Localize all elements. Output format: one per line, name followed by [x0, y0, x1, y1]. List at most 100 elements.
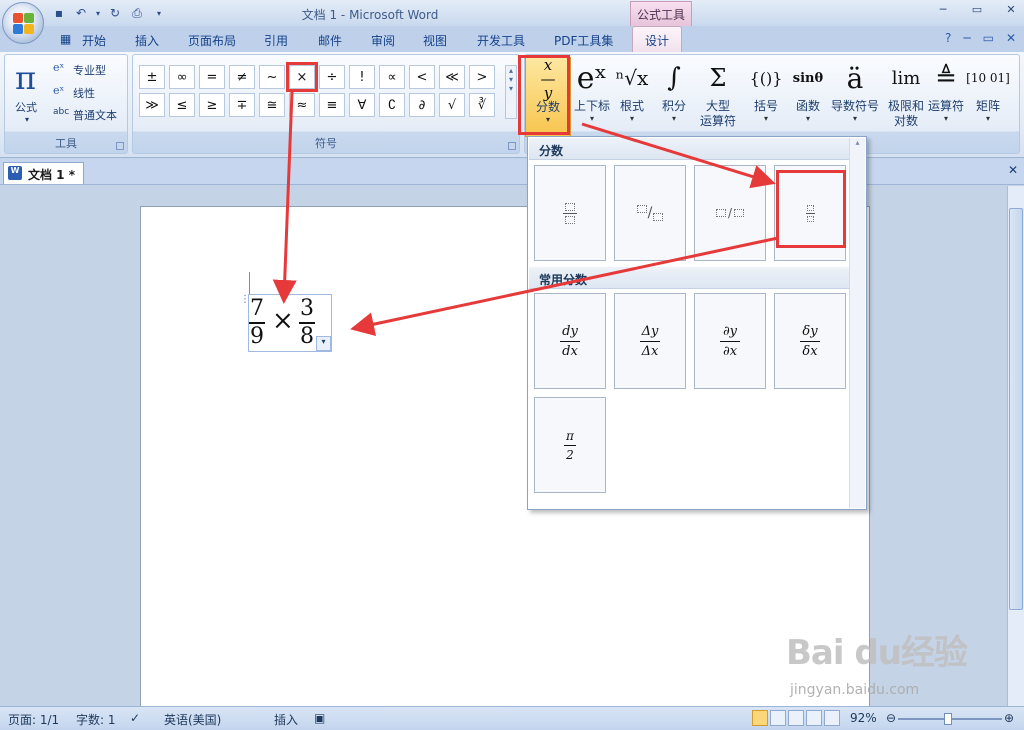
zoom-thumb[interactable]: [944, 713, 952, 725]
formula-button[interactable]: 公式: [15, 99, 37, 115]
symbol-approx[interactable]: ≈: [289, 93, 315, 117]
scroll-thumb[interactable]: [1009, 208, 1023, 610]
equation-dropdown-icon[interactable]: ▾: [316, 336, 331, 351]
zoom-level[interactable]: 92%: [850, 711, 877, 725]
ribbon-close-icon[interactable]: ✕: [1006, 31, 1016, 45]
minimize-icon[interactable]: ─: [936, 3, 950, 17]
pi-denominator: 2: [566, 447, 574, 462]
insert-mode[interactable]: 插入: [274, 711, 298, 728]
outline-icon[interactable]: [806, 710, 822, 726]
gallery-small-delta-y-x[interactable]: δy δx: [774, 293, 846, 389]
symbol-divide[interactable]: ÷: [319, 65, 345, 89]
help-icon[interactable]: ?: [945, 31, 951, 45]
matrix-button[interactable]: [10 01] 矩阵 ▾: [965, 57, 1011, 137]
pi-icon[interactable]: π: [15, 59, 36, 97]
professional-button[interactable]: 专业型: [73, 62, 106, 78]
equation-handle-icon[interactable]: ⋮: [240, 294, 250, 306]
office-button[interactable]: [2, 2, 44, 44]
gallery-pi-over-2[interactable]: π2: [534, 397, 606, 493]
symbols-scroll-icon[interactable]: ▴ ▾ ▾: [505, 65, 517, 119]
symbol-much-less[interactable]: ≪: [439, 65, 465, 89]
symbols-group-label: 符号: [315, 137, 337, 150]
symbol-for-all[interactable]: ∀: [349, 93, 375, 117]
symbol-congruent[interactable]: ≅: [259, 93, 285, 117]
gallery-skewed-fraction[interactable]: /: [614, 165, 686, 261]
symbol-infinity[interactable]: ∞: [169, 65, 195, 89]
radical-button[interactable]: ⁿ√x 根式 ▾: [609, 57, 655, 137]
gallery-dy-dx[interactable]: dy dx: [534, 293, 606, 389]
tab-design[interactable]: 设计: [632, 26, 683, 52]
symbol-factorial[interactable]: !: [349, 65, 375, 89]
tab-pdf-tools[interactable]: PDF工具集: [554, 32, 613, 49]
operator-button[interactable]: ≜ 运算符 ▾: [923, 57, 969, 137]
symbol-not-equal[interactable]: ≠: [229, 65, 255, 89]
document-tab[interactable]: W 文档 1 *: [3, 162, 84, 184]
symbol-greater-equal[interactable]: ≥: [199, 93, 225, 117]
language-indicator[interactable]: 英语(美国): [164, 711, 221, 728]
close-icon[interactable]: ✕: [1004, 3, 1018, 17]
spellcheck-icon[interactable]: ✓: [130, 711, 140, 725]
ribbon-restore-icon[interactable]: ▭: [983, 31, 994, 45]
symbol-complement[interactable]: ∁: [379, 93, 405, 117]
vertical-scrollbar[interactable]: [1007, 186, 1024, 706]
word-count[interactable]: 字数: 1: [76, 711, 116, 728]
print-layout-icon[interactable]: [752, 710, 768, 726]
symbol-greater-than[interactable]: >: [469, 65, 495, 89]
page-count[interactable]: 页面: 1/1: [8, 711, 59, 728]
symbol-partial[interactable]: ∂: [409, 93, 435, 117]
draft-icon[interactable]: [824, 710, 840, 726]
symbol-less-equal[interactable]: ≤: [169, 93, 195, 117]
linear-button[interactable]: 线性: [73, 85, 95, 101]
integral-button[interactable]: ∫ 积分 ▾: [651, 57, 697, 137]
maximize-icon[interactable]: ▭: [970, 3, 984, 17]
bracket-button[interactable]: {()} 括号 ▾: [743, 57, 789, 137]
tab-developer[interactable]: 开发工具: [477, 32, 525, 49]
normal-text-button[interactable]: 普通文本: [73, 107, 117, 123]
word-doc-icon: W: [8, 166, 22, 180]
gallery-stacked-fraction[interactable]: [534, 165, 606, 261]
zoom-out-icon[interactable]: ⊖: [886, 711, 896, 725]
status-bar: 页面: 1/1 字数: 1 ✓ 英语(美国) 插入 ▣ 92% ⊖ ⊕: [0, 706, 1024, 730]
tab-review[interactable]: 审阅: [371, 32, 395, 49]
tab-view[interactable]: 视图: [423, 32, 447, 49]
symbols-dialog-launcher[interactable]: [508, 142, 516, 150]
gallery-scrollbar[interactable]: ▴: [849, 138, 865, 508]
tab-references[interactable]: 引用: [264, 32, 288, 49]
large-operator-button[interactable]: Σ 大型 运算符: [695, 57, 741, 137]
document-tab-strip: W 文档 1 * ✕: [0, 159, 1024, 185]
gallery-linear-fraction[interactable]: /: [694, 165, 766, 261]
symbol-plus-minus[interactable]: ±: [139, 65, 165, 89]
tab-insert[interactable]: 插入: [135, 32, 159, 49]
ribbon-minimize-icon[interactable]: ─: [963, 31, 970, 45]
tab-home[interactable]: 开始: [82, 32, 106, 49]
function-button[interactable]: sinθ 函数 ▾: [785, 57, 831, 137]
web-layout-icon[interactable]: [788, 710, 804, 726]
symbol-equals[interactable]: =: [199, 65, 225, 89]
file-doc-icon[interactable]: ▦: [60, 32, 71, 46]
symbol-proportional[interactable]: ∝: [379, 65, 405, 89]
formula-dropdown-icon[interactable]: ▾: [25, 115, 29, 124]
gallery-delta-y-x[interactable]: Δy Δx: [614, 293, 686, 389]
integral-dropdown-icon: ▾: [671, 114, 676, 123]
symbol-minus-plus[interactable]: ∓: [229, 93, 255, 117]
document-tab-label: 文档 1 *: [28, 168, 75, 182]
symbol-sqrt[interactable]: √: [439, 93, 465, 117]
symbol-less-than[interactable]: <: [409, 65, 435, 89]
symbol-identical[interactable]: ≡: [319, 93, 345, 117]
gallery-scroll-up-icon[interactable]: ▴: [850, 138, 865, 147]
full-screen-reading-icon[interactable]: [770, 710, 786, 726]
symbol-tilde[interactable]: ~: [259, 65, 285, 89]
tools-dialog-launcher[interactable]: [116, 142, 124, 150]
gallery-partial-y-x[interactable]: ∂y ∂x: [694, 293, 766, 389]
symbol-cbrt[interactable]: ∛: [469, 93, 495, 117]
fraction2-denominator: 8: [300, 324, 314, 349]
tab-mailings[interactable]: 邮件: [318, 32, 342, 49]
symbol-times[interactable]: ×: [286, 62, 318, 92]
tab-page-layout[interactable]: 页面布局: [188, 32, 236, 49]
macro-record-icon[interactable]: ▣: [314, 711, 325, 725]
symbol-much-greater[interactable]: ≫: [139, 93, 165, 117]
zoom-in-icon[interactable]: ⊕: [1004, 711, 1014, 725]
accent-button[interactable]: ä 导数符号 ▾: [827, 57, 883, 137]
doc-close-icon[interactable]: ✕: [1008, 163, 1018, 177]
linear-icon: eˣ: [53, 84, 65, 97]
